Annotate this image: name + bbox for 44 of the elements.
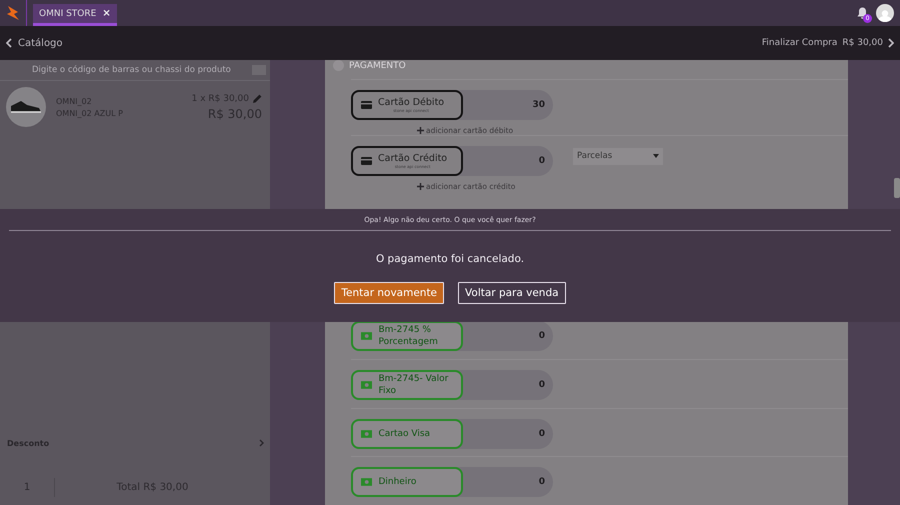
payment-method-name: Cartão Crédito	[378, 153, 448, 164]
avatar-icon[interactable]	[876, 4, 894, 22]
caret-icon	[653, 154, 659, 158]
pencil-icon[interactable]	[253, 94, 262, 103]
amount-value: 0	[538, 477, 545, 488]
store-tab[interactable]: OMNI STORE ×	[33, 4, 117, 26]
payment-amount-field[interactable]: Bm-2745- Valor Fixo 0	[351, 370, 553, 400]
payment-method-name: Cartão Débito	[378, 97, 444, 108]
payment-method-name: Cartao Visa	[378, 428, 432, 440]
scrollbar-thumb[interactable]	[894, 178, 900, 198]
step-circle-icon	[333, 60, 344, 71]
plus-icon	[417, 183, 424, 190]
payment-amount-field[interactable]: Cartao Visa 0	[351, 418, 553, 449]
payment-method-name: Bm-2745 % Porcentagem	[378, 324, 439, 348]
installments-dropdown[interactable]: Parcelas	[573, 148, 663, 164]
retry-button[interactable]: Tentar novamente	[334, 282, 444, 304]
payment-method-name: Bm-2745- Valor Fixo	[378, 373, 450, 398]
credit-card-icon	[361, 101, 372, 109]
payment-method-name: Dinheiro	[378, 476, 418, 488]
chevron-right-icon	[888, 38, 894, 48]
barcode-search-field[interactable]: Digite o código de barras ou chassi do produto	[30, 64, 252, 76]
logo-icon	[6, 5, 20, 21]
section-title: PAGAMENTO	[349, 60, 406, 70]
chevron-left-icon	[6, 38, 12, 48]
amount-value: 0	[538, 428, 545, 439]
plus-icon	[417, 127, 424, 134]
product-photo-placeholder	[6, 87, 46, 127]
amount-value: 30	[532, 100, 545, 110]
banknote-icon	[361, 478, 372, 486]
credit-card-icon	[361, 157, 372, 165]
close-icon[interactable]: ×	[102, 8, 111, 19]
amount-value: 0	[538, 380, 545, 390]
banknote-icon	[361, 430, 372, 438]
back-link[interactable]: Catálogo	[6, 38, 63, 48]
payment-amount-field[interactable]: Dinheiro 0	[351, 467, 553, 498]
dialog-message: O pagamento foi cancelado.	[376, 253, 524, 265]
amount-value: 0	[538, 156, 545, 166]
checkout-button[interactable]: Finalizar Compra R$ 30,00	[762, 38, 894, 48]
banknote-icon	[361, 332, 372, 340]
amount-value: 0	[538, 331, 545, 342]
banknote-icon	[361, 381, 372, 390]
back-to-sale-button[interactable]: Voltar para venda	[458, 282, 566, 304]
chevron-right-icon	[259, 439, 264, 447]
payment-amount-field[interactable]: Bm-2745 % Porcentagem 0	[351, 321, 553, 352]
